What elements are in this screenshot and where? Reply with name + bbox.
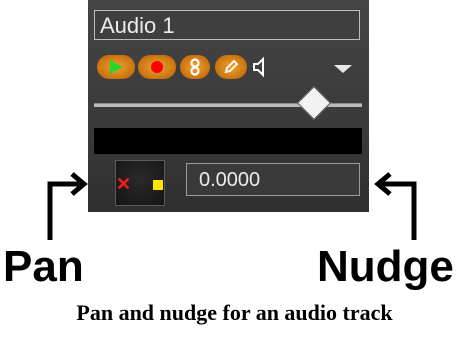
edit-icon [224, 59, 239, 74]
record-button[interactable] [138, 55, 176, 79]
play-icon [110, 60, 123, 74]
solo-icon [190, 58, 200, 76]
edit-button[interactable] [215, 55, 247, 79]
level-meter [94, 128, 362, 154]
play-button[interactable] [97, 55, 135, 79]
pan-callout-label: Pan [3, 242, 84, 291]
nudge-arrow-icon [374, 172, 417, 240]
record-icon [151, 61, 163, 73]
track-menu-button[interactable] [332, 62, 354, 74]
pan-control[interactable]: ✕ [115, 160, 165, 206]
nudge-callout-label: Nudge [317, 242, 454, 291]
figure-caption: Pan and nudge for an audio track [76, 300, 393, 325]
track-name-field[interactable]: Audio 1 [94, 10, 360, 40]
speaker-icon [253, 56, 264, 78]
pan-marker-x-icon: ✕ [116, 174, 132, 194]
solo-button[interactable] [180, 55, 210, 79]
audio-track-panel: Audio 1 ✕ 0.0000 [88, 0, 369, 212]
chevron-down-icon [334, 65, 352, 73]
mute-button[interactable] [251, 55, 273, 79]
nudge-input[interactable]: 0.0000 [186, 163, 360, 196]
pan-marker-square-icon [153, 180, 163, 190]
pan-arrow-icon [47, 172, 88, 240]
gain-slider-thumb[interactable] [297, 86, 331, 120]
